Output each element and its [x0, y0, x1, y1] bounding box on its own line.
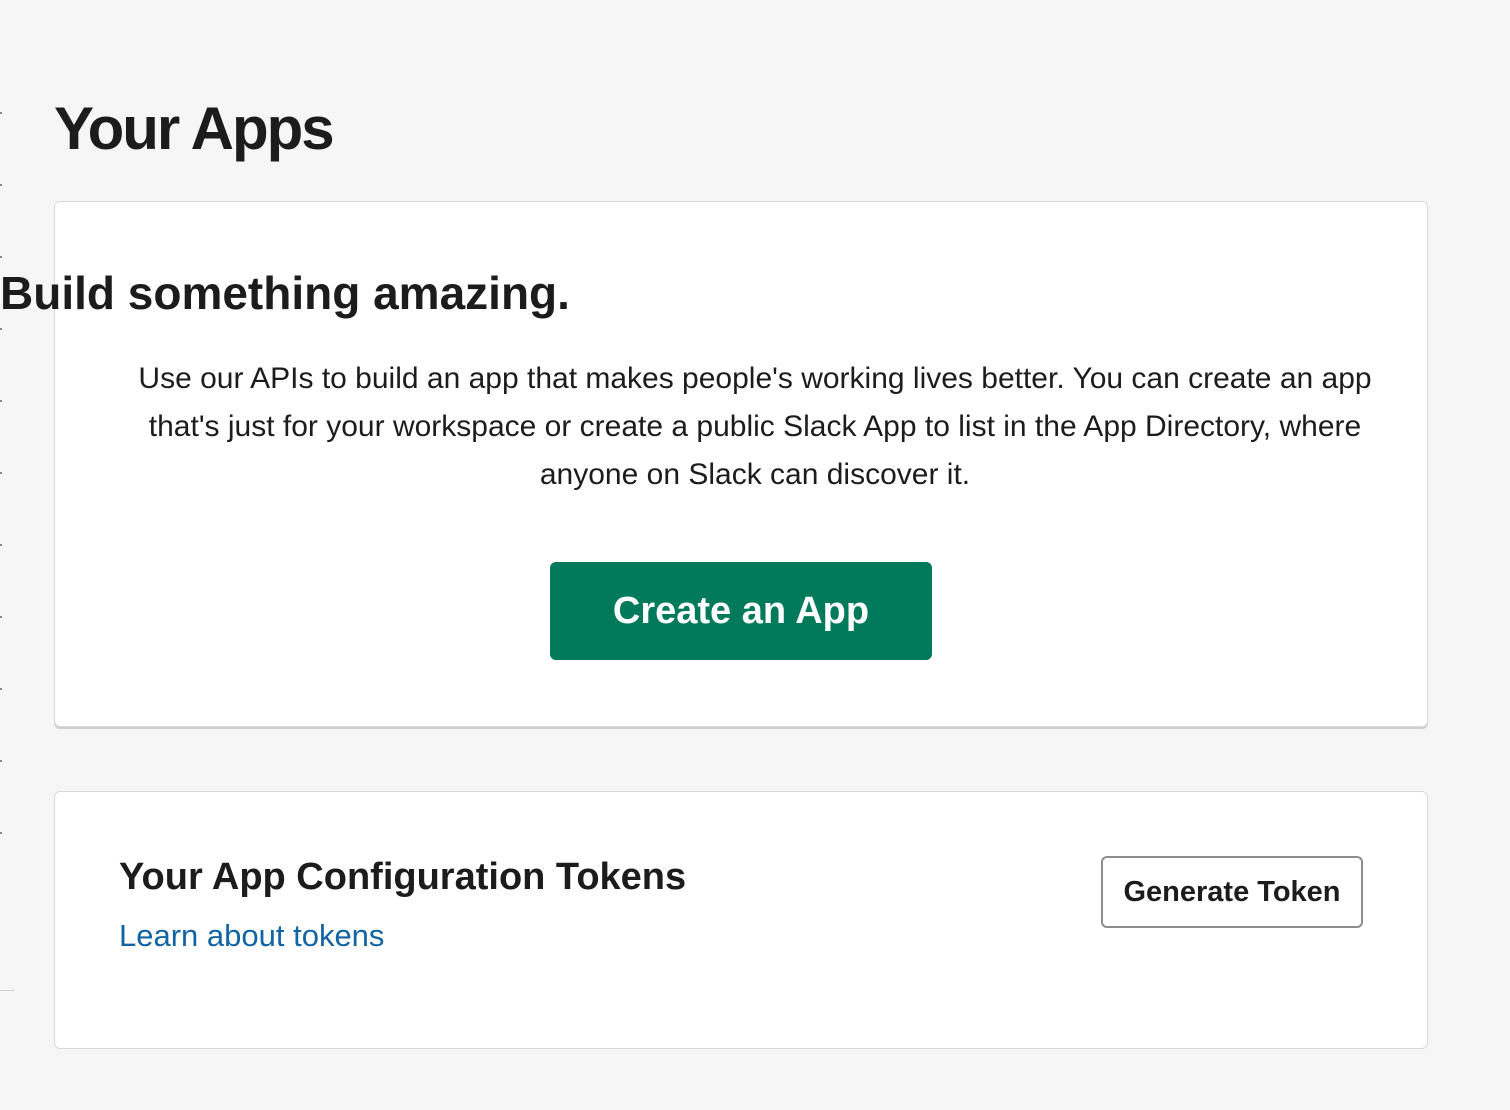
sidebar-edge-tick	[0, 544, 2, 546]
sidebar-edge-tick	[0, 616, 2, 618]
sidebar-edge-tick	[0, 832, 2, 834]
sidebar-edge-tick	[0, 760, 2, 762]
sidebar-edge-tick	[0, 400, 2, 402]
sidebar-edge-tick	[0, 472, 2, 474]
sidebar-edge-tick	[0, 328, 2, 330]
sidebar-divider	[0, 990, 14, 991]
sidebar-edge-tick	[0, 184, 2, 186]
config-tokens-title: Your App Configuration Tokens	[119, 856, 687, 898]
create-app-button[interactable]: Create an App	[550, 562, 932, 660]
generate-token-button[interactable]: Generate Token	[1101, 856, 1363, 928]
sidebar-edge-tick	[0, 112, 2, 114]
sidebar-edge	[0, 0, 10, 1110]
sidebar-edge-tick	[0, 256, 2, 258]
learn-about-tokens-link[interactable]: Learn about tokens	[119, 918, 384, 954]
hero-title: Build something amazing.	[0, 267, 570, 319]
sidebar-edge-tick	[0, 688, 2, 690]
hero-description: Use our APIs to build an app that makes …	[138, 362, 1372, 491]
page-title: Your Apps	[54, 95, 335, 162]
